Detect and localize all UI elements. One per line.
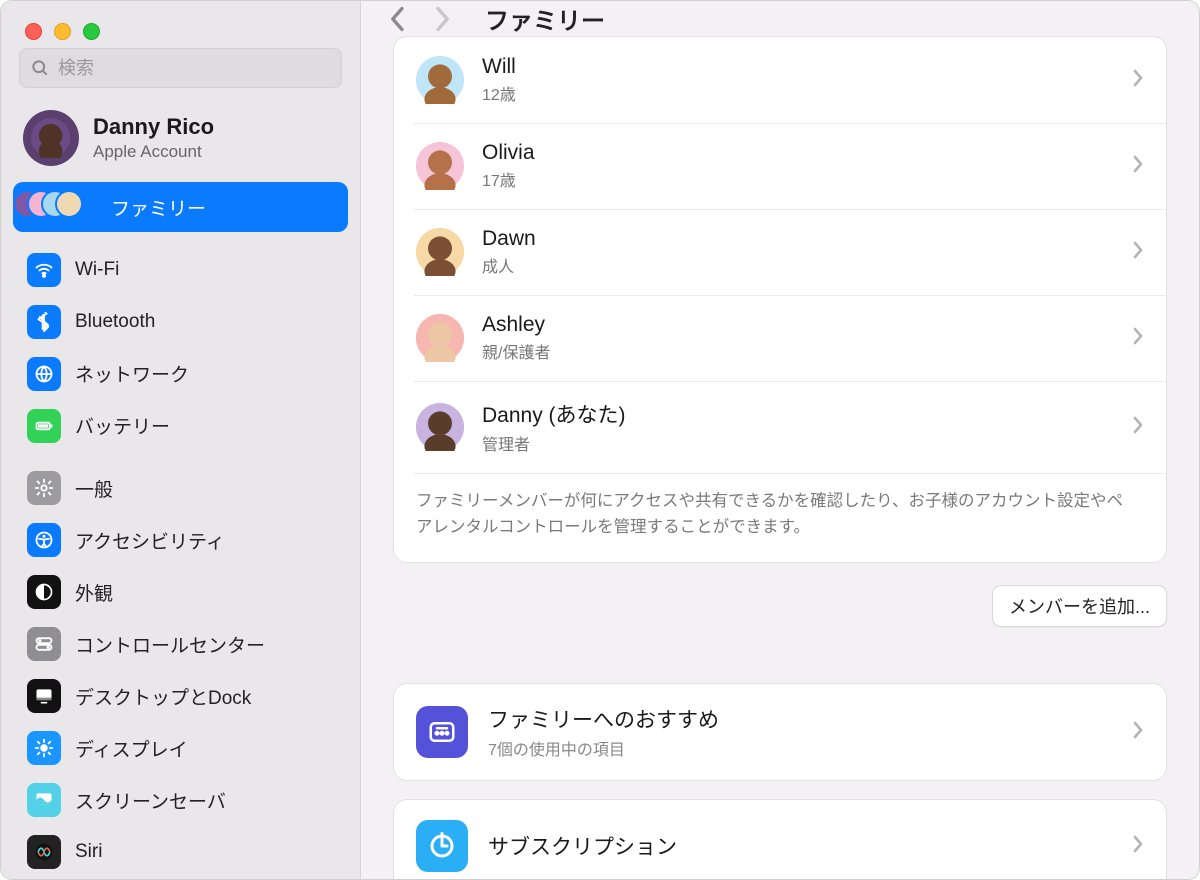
sidebar-item-gear[interactable]: 一般 xyxy=(13,463,348,513)
chevron-right-icon xyxy=(1132,834,1144,859)
zoom-window-button[interactable] xyxy=(83,23,100,40)
subscriptions-title: サブスクリプション xyxy=(488,831,677,861)
search-icon xyxy=(30,58,50,78)
sidebar-item-battery[interactable]: バッテリー xyxy=(13,401,348,451)
sidebar-item-wifi[interactable]: Wi-Fi xyxy=(13,245,348,295)
chevron-right-icon xyxy=(1132,68,1144,93)
family-members-card: Will 12歳 Olivia 17歳 Dawn 成人 Ashl xyxy=(393,36,1167,563)
battery-icon xyxy=(27,409,61,443)
sidebar-item-label: スクリーンセーバ xyxy=(75,787,226,814)
sidebar-item-label: ディスプレイ xyxy=(75,735,188,762)
member-avatar xyxy=(416,314,464,362)
sidebar-item-label: Siri xyxy=(75,841,102,863)
sidebar-item-network[interactable]: ネットワーク xyxy=(13,349,348,399)
close-window-button[interactable] xyxy=(25,23,42,40)
sidebar-item-desktop[interactable]: デスクトップとDock xyxy=(13,671,348,721)
appearance-icon xyxy=(27,575,61,609)
member-subtitle: 親/保護者 xyxy=(482,339,550,363)
sidebar-item-label: 外観 xyxy=(75,579,113,606)
add-member-button[interactable]: メンバーを追加... xyxy=(992,585,1167,627)
family-member-row[interactable]: Danny (あなた) 管理者 xyxy=(394,381,1166,473)
chevron-right-icon xyxy=(1132,720,1144,745)
page-title: ファミリー xyxy=(485,1,605,36)
member-avatar xyxy=(416,56,464,104)
wifi-icon xyxy=(27,253,61,287)
member-subtitle: 成人 xyxy=(482,253,536,277)
member-subtitle: 12歳 xyxy=(482,81,516,105)
search-input[interactable] xyxy=(58,58,331,79)
member-avatar xyxy=(416,228,464,276)
minimize-window-button[interactable] xyxy=(54,23,71,40)
member-subtitle: 管理者 xyxy=(482,431,626,455)
chevron-right-icon xyxy=(1132,240,1144,265)
recommendations-icon xyxy=(416,706,468,758)
recommendations-subtitle: 7個の使用中の項目 xyxy=(488,736,719,760)
bluetooth-icon xyxy=(27,305,61,339)
sidebar-item-appearance[interactable]: 外観 xyxy=(13,567,348,617)
family-member-row[interactable]: Will 12歳 xyxy=(394,37,1166,123)
accessibility-icon xyxy=(27,523,61,557)
gear-icon xyxy=(27,471,61,505)
window-controls xyxy=(1,1,360,40)
recommendations-card[interactable]: ファミリーへのおすすめ 7個の使用中の項目 xyxy=(393,683,1167,781)
sidebar-item-label: デスクトップとDock xyxy=(75,683,251,710)
member-name: Danny (あなた) xyxy=(482,399,626,429)
sidebar-item-switches[interactable]: コントロールセンター xyxy=(13,619,348,669)
sidebar-item-label: ネットワーク xyxy=(75,360,189,387)
subscriptions-icon xyxy=(416,820,468,872)
member-name: Will xyxy=(482,55,516,79)
sidebar: Danny Rico Apple Account ファミリー Wi-Fi Blue… xyxy=(1,1,361,879)
siri-icon xyxy=(27,835,61,869)
member-name: Dawn xyxy=(482,227,536,251)
chevron-right-icon xyxy=(1132,326,1144,351)
sidebar-item-accessibility[interactable]: アクセシビリティ xyxy=(13,515,348,565)
chevron-right-icon xyxy=(1132,415,1144,440)
sidebar-item-display[interactable]: ディスプレイ xyxy=(13,723,348,773)
apple-account-item[interactable]: Danny Rico Apple Account xyxy=(1,98,360,180)
account-name: Danny Rico xyxy=(93,114,214,140)
desktop-icon xyxy=(27,679,61,713)
family-avatar-stack xyxy=(27,190,97,224)
member-avatar xyxy=(416,403,464,451)
display-icon xyxy=(27,731,61,765)
family-member-row[interactable]: Ashley 親/保護者 xyxy=(394,295,1166,381)
sidebar-item-screensaver[interactable]: スクリーンセーバ xyxy=(13,775,348,825)
screensaver-icon xyxy=(27,783,61,817)
sidebar-item-label: Wi-Fi xyxy=(75,259,119,281)
chevron-right-icon xyxy=(1132,154,1144,179)
main-pane: ファミリー Will 12歳 Olivia 17歳 Dawn 成人 xyxy=(361,1,1199,879)
sidebar-item-bluetooth[interactable]: Bluetooth xyxy=(13,297,348,347)
sidebar-item-label: 一般 xyxy=(75,475,113,502)
sidebar-item-label: Bluetooth xyxy=(75,311,155,333)
titlebar: ファミリー xyxy=(361,1,1199,36)
switches-icon xyxy=(27,627,61,661)
nav-back-button[interactable] xyxy=(385,6,411,32)
sidebar-item-family[interactable]: ファミリー xyxy=(13,182,348,232)
member-subtitle: 17歳 xyxy=(482,167,535,191)
member-name: Olivia xyxy=(482,141,535,165)
network-icon xyxy=(27,357,61,391)
sidebar-item-label: バッテリー xyxy=(75,412,170,439)
account-avatar xyxy=(23,110,79,166)
search-field[interactable] xyxy=(19,48,342,88)
sidebar-item-label: ファミリー xyxy=(111,194,206,221)
sidebar-item-label: コントロールセンター xyxy=(75,631,265,658)
family-member-row[interactable]: Olivia 17歳 xyxy=(394,123,1166,209)
subscriptions-card[interactable]: サブスクリプション xyxy=(393,799,1167,879)
recommendations-title: ファミリーへのおすすめ xyxy=(488,704,719,734)
member-name: Ashley xyxy=(482,313,550,337)
family-member-row[interactable]: Dawn 成人 xyxy=(394,209,1166,295)
nav-forward-button[interactable] xyxy=(429,6,455,32)
member-avatar xyxy=(416,142,464,190)
settings-window: Danny Rico Apple Account ファミリー Wi-Fi Blue… xyxy=(0,0,1200,880)
sidebar-item-siri[interactable]: Siri xyxy=(13,827,348,877)
sidebar-item-label: アクセシビリティ xyxy=(75,527,225,554)
account-subtitle: Apple Account xyxy=(93,142,214,162)
members-footer-text: ファミリーメンバーが何にアクセスや共有できるかを確認したり、お子様のアカウント設… xyxy=(394,473,1166,562)
